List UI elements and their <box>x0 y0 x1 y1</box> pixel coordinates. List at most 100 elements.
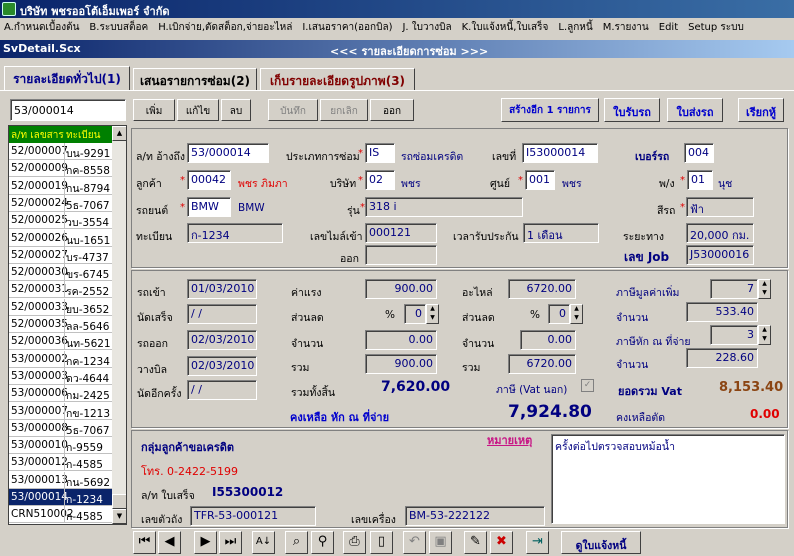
menu-item-system-setup[interactable]: Setup ระบบ <box>684 18 750 35</box>
find-icon[interactable]: ⌕ <box>285 531 308 554</box>
brand-code-field[interactable]: BMW <box>187 197 231 217</box>
list-row[interactable]: 52/000025 วบ-3554 <box>9 212 112 230</box>
parts-sum-field[interactable]: 6720.00 <box>508 354 576 374</box>
company-code-field[interactable]: 02 <box>365 170 395 190</box>
add-button[interactable]: เพิ่ม <box>133 99 175 121</box>
list-row[interactable]: 52/000024 5ธ-7067 <box>9 194 112 212</box>
list-row[interactable]: 53/000013 กน-5692 <box>9 471 112 489</box>
menu-item-stock[interactable]: B.ระบบสต็อค <box>85 18 154 35</box>
list-row[interactable]: 52/000031 รค-2552 <box>9 281 112 299</box>
list-row[interactable]: 52/000007 บน-9291 <box>9 143 112 160</box>
sort-icon[interactable]: A↓ <box>252 531 275 554</box>
wht-rate-field[interactable]: 3 <box>710 325 758 345</box>
list-row[interactable]: 53/000002 กค-1234 <box>9 350 112 368</box>
menu-item-billing[interactable]: J. ใบวางบิล <box>398 18 457 35</box>
menu-item-debtor[interactable]: L.ลูกหนี้ <box>554 18 598 35</box>
list-row[interactable]: 53/000003 ดว-4644 <box>9 367 112 385</box>
plate-field[interactable]: ก-1234 <box>187 223 283 243</box>
list-row[interactable]: 53/000010 ก-9559 <box>9 437 112 455</box>
job-list[interactable]: ล/ท เลขสาร ทะเบียน 52/000007 บน-9291 52/00… <box>8 125 127 525</box>
scroll-down-icon[interactable]: ▼ <box>112 509 126 524</box>
save-disk-icon[interactable]: ▣ <box>429 531 452 554</box>
menu-item-report[interactable]: M.รายงาน <box>599 18 655 35</box>
list-row[interactable]: 53/000014 ก-1234 <box>9 489 112 506</box>
menu-item-quote[interactable]: I.เสนอราคา(ออกบิล) <box>298 18 398 35</box>
tab-images[interactable]: เก็บรายละเอียดรูปภาพ(3) <box>260 68 415 90</box>
scroll-up-icon[interactable]: ▲ <box>112 126 126 141</box>
list-row[interactable]: 53/000006 กม-2425 <box>9 385 112 403</box>
wht-amount-field[interactable]: 228.60 <box>686 348 758 368</box>
list-row[interactable]: 52/000036 นท-5621 <box>9 333 112 351</box>
list-row[interactable]: 52/000030 ขร-6745 <box>9 264 112 282</box>
mileage-field[interactable]: 000121 <box>365 223 437 243</box>
labor-discount-amount-field[interactable]: 0.00 <box>365 330 437 350</box>
job-field[interactable]: J53000016 <box>686 245 754 265</box>
parts-field[interactable]: 6720.00 <box>508 279 576 299</box>
new-document-icon[interactable]: ▯ <box>370 531 393 554</box>
vat-out-checkbox[interactable]: ✓ <box>581 379 594 392</box>
list-row[interactable]: 52/000033 ยบ-3652 <box>9 298 112 316</box>
warranty-field[interactable]: 1 เดือน <box>523 223 599 243</box>
vat-amount-field[interactable]: 533.40 <box>686 302 758 322</box>
menu-item-issue[interactable]: H.เบิกจ่าย,ตัดสต็อก,จ่ายอะไหล่ <box>154 18 298 35</box>
print-icon[interactable]: ⎙ <box>343 531 366 554</box>
deliver-car-button[interactable]: ใบส่งรถ <box>667 98 723 122</box>
list-row[interactable]: 52/000035 ลล-5646 <box>9 316 112 333</box>
list-row[interactable]: CRN510002 ก-4585 <box>9 506 112 524</box>
exit-button[interactable]: ออก <box>370 99 414 121</box>
create-more-button[interactable]: สร้างอีก 1 รายการ <box>501 98 599 122</box>
list-row[interactable]: 52/000027 บร-4737 <box>9 246 112 264</box>
pw-code-field[interactable]: 01 <box>687 170 713 190</box>
parts-discount-pct-field[interactable]: 0 <box>548 304 570 324</box>
cancel-button[interactable]: ยกเลิก <box>320 99 368 121</box>
list-row[interactable]: 53/000008 5ธ-7067 <box>9 419 112 437</box>
search-input[interactable]: 53/000014 <box>10 99 126 121</box>
save-button[interactable]: บันทึก <box>268 99 318 121</box>
vat-rate-spinner[interactable]: ▲ ▼ <box>758 279 771 299</box>
model-field[interactable]: 318 i <box>365 197 523 217</box>
edit-note-icon[interactable]: ✎ <box>464 531 487 554</box>
list-row[interactable]: 52/000009 กค-8558 <box>9 160 112 178</box>
last-record-icon[interactable]: ⏭ <box>219 531 242 554</box>
appt-date-field[interactable]: / / <box>187 304 257 324</box>
next-record-icon[interactable]: ▶ <box>194 531 217 554</box>
in-date-field[interactable]: 01/03/2010 <box>187 279 257 299</box>
repair-type-code-field[interactable]: IS <box>365 143 395 163</box>
tab-general[interactable]: รายละเอียดทั่วไป(1) <box>4 66 130 91</box>
out-field[interactable] <box>365 245 437 265</box>
edit-button[interactable]: แก้ไข <box>177 99 219 121</box>
note-textarea[interactable]: ครั้งต่อไปตรวจสอบหม้อน้ำ <box>551 434 785 524</box>
center-code-field[interactable]: 001 <box>525 170 555 190</box>
labor-field[interactable]: 900.00 <box>365 279 437 299</box>
undo-icon[interactable]: ↶ <box>403 531 426 554</box>
wht-rate-spinner[interactable]: ▲ ▼ <box>758 325 771 345</box>
list-row[interactable]: 52/000019 กน-8794 <box>9 177 112 195</box>
delete-button[interactable]: ลบ <box>221 99 251 121</box>
color-field[interactable]: ฟ้า <box>686 197 754 217</box>
labor-discount-pct-field[interactable]: 0 <box>404 304 426 324</box>
no-field[interactable]: I53000014 <box>522 143 598 163</box>
binoculars-icon[interactable]: ⚲ <box>311 531 334 554</box>
customer-code-field[interactable]: 00042 <box>187 170 231 190</box>
list-row[interactable]: 52/000026 นบ-1651 <box>9 229 112 247</box>
labor-discount-spinner[interactable]: ▲ ▼ <box>426 304 439 324</box>
menu-item-setup[interactable]: A.กำหนดเบื้องต้น <box>0 18 85 35</box>
scroll-thumb[interactable] <box>112 494 126 509</box>
list-row[interactable]: 53/000012 ก-4585 <box>9 454 112 472</box>
vat-rate-field[interactable]: 7 <box>710 279 758 299</box>
parts-discount-spinner[interactable]: ▲ ▼ <box>570 304 583 324</box>
out-date-field[interactable]: 02/03/2010 <box>187 330 257 350</box>
distance-field[interactable]: 20,000 กม. <box>686 223 754 243</box>
menu-item-invoice[interactable]: K.ใบแจ้งหนี้,ใบเสร็จ <box>458 18 555 35</box>
car-no-field[interactable]: 004 <box>684 143 714 163</box>
recall-date-field[interactable]: / / <box>187 380 257 400</box>
first-record-icon[interactable]: ⏮ <box>133 531 156 554</box>
engine-no-field[interactable]: BM-53-222122 <box>405 506 545 526</box>
exit-door-icon[interactable]: ⇥ <box>526 531 549 554</box>
list-row[interactable]: 53/000007 กข-1213 <box>9 402 112 420</box>
delete-record-icon[interactable]: ✖ <box>490 531 513 554</box>
view-invoice-button[interactable]: ดูใบแจ้งหนี้ <box>561 531 641 554</box>
bill-date-field[interactable]: 02/03/2010 <box>187 356 257 376</box>
menu-item-edit[interactable]: Edit <box>655 20 684 33</box>
parts-discount-amount-field[interactable]: 0.00 <box>520 330 576 350</box>
